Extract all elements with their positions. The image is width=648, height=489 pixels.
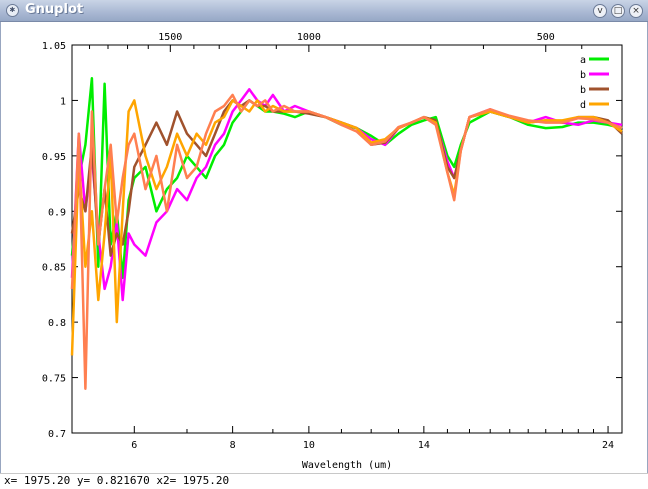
x-axis-label: Wavelength (um) [302,460,392,471]
y-tick-label: 0.9 [48,207,66,218]
series-line-5 [70,93,623,390]
status-bar: x= 1975.20 y= 0.821670 x2= 1975.20 [0,473,648,489]
minimize-button[interactable]: v [593,4,607,18]
y-tick-label: 0.85 [42,263,66,274]
legend-label-3: b [580,85,586,96]
x-tick-label: 14 [418,440,430,451]
data-series-group [70,77,623,390]
legend-label-4: d [580,100,586,111]
x2-tick-label: 1500 [158,32,182,43]
window-titlebar[interactable]: ✱ Gnuplot v □ × [0,0,648,22]
x2-tick-label: 1000 [297,32,321,43]
window-title: Gnuplot [25,2,84,17]
y-tick-label: 0.75 [42,374,66,385]
x-tick-label: 24 [602,440,614,451]
plot-border [71,44,623,434]
y-tick-label: 1 [60,96,66,107]
y-tick-label: 0.8 [48,318,66,329]
legend-label-1: a [580,55,586,66]
x-tick-label: 6 [131,440,137,451]
gnuplot-app-icon[interactable]: ✱ [6,4,19,17]
close-button[interactable]: × [629,4,643,18]
y-tick-label: 0.7 [48,429,66,440]
x-tick-label: 10 [303,440,315,451]
legend: abbd [580,55,609,111]
x2-tick-label: 500 [537,32,555,43]
y-tick-label: 0.95 [42,152,66,163]
plot-canvas[interactable]: 0.7 0.75 0.8 0.85 0.9 0.95 1 1.05 6 8 10 14 24 1500 10… [0,22,648,473]
y-tick-label: 1.05 [42,41,66,52]
maximize-button[interactable]: □ [611,4,625,18]
series-line-1 [70,77,623,280]
x-tick-label: 8 [230,440,236,451]
legend-label-2: b [580,70,586,81]
